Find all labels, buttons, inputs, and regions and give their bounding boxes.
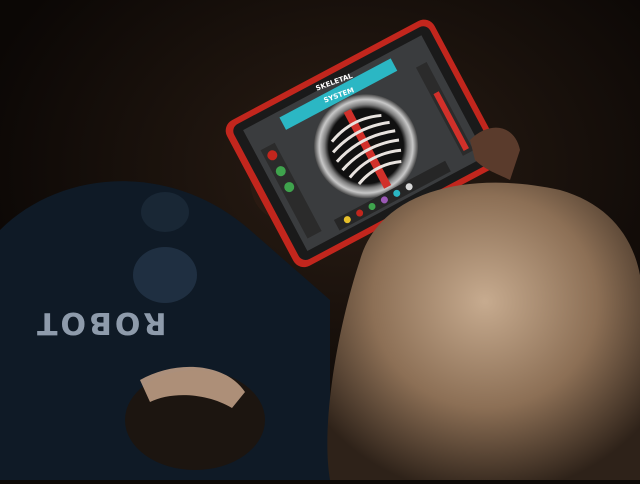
scene-illustration	[0, 0, 640, 480]
photo-scene: ROBOT SKELETAL SYSTEM	[0, 0, 640, 480]
shirt-print: ROBOT	[34, 305, 167, 340]
robot-graphic	[133, 247, 197, 303]
shirt-badge	[141, 192, 189, 232]
